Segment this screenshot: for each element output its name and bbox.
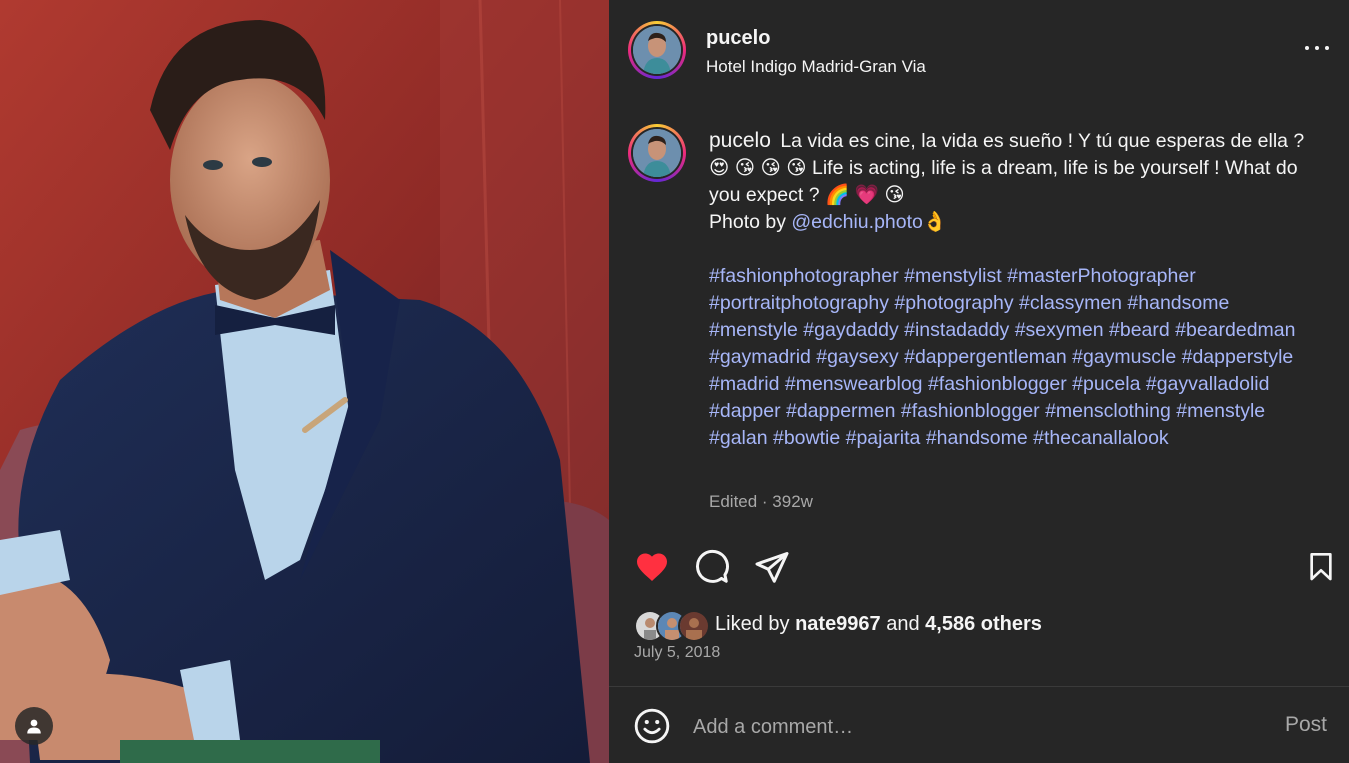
photo-credit-label: Photo by <box>709 211 792 233</box>
mention-emoji: 👌 <box>922 211 948 233</box>
comment-icon <box>696 549 729 583</box>
heart-filled-icon <box>637 553 667 581</box>
post-photo[interactable] <box>0 0 609 763</box>
post-panel: pucelo Hotel Indigo Madrid-Gran Via puce… <box>609 0 1349 763</box>
mention-link[interactable]: @edchiu.photo <box>791 211 922 233</box>
more-options-button[interactable] <box>1305 40 1329 56</box>
post-comment-button[interactable]: Post <box>1285 713 1327 737</box>
post-location[interactable]: Hotel Indigo Madrid-Gran Via <box>706 57 926 77</box>
likes-middle: and <box>880 613 926 635</box>
post-date[interactable]: July 5, 2018 <box>634 644 720 662</box>
author-avatar[interactable] <box>628 21 686 79</box>
likes-text[interactable]: Liked by nate9967 and 4,586 others <box>715 613 1042 636</box>
liker-avatars[interactable] <box>634 608 710 642</box>
post-header: pucelo Hotel Indigo Madrid-Gran Via <box>609 0 1349 96</box>
action-bar <box>609 545 1349 591</box>
hashtag-list[interactable]: #fashionphotographer #menstylist #master… <box>709 263 1309 452</box>
caption-avatar[interactable] <box>628 124 686 182</box>
likes-summary: Liked by nate9967 and 4,586 others <box>634 608 1334 642</box>
avatar-image <box>633 26 681 74</box>
emoji-icon <box>634 708 670 744</box>
user-tag-icon <box>27 719 41 734</box>
caption-username[interactable]: pucelo <box>709 129 771 152</box>
comment-bar: Post <box>609 687 1349 763</box>
emoji-button[interactable] <box>633 707 671 745</box>
liker-avatar <box>678 610 710 642</box>
edited-timestamp: Edited · 392w <box>709 492 813 511</box>
like-button[interactable] <box>630 545 674 589</box>
bookmark-icon <box>1310 553 1332 581</box>
post-caption: pucelo La vida es cine, la vida es sueño… <box>709 127 1309 452</box>
share-button[interactable] <box>750 545 794 589</box>
post-image <box>0 0 609 763</box>
comment-input[interactable] <box>691 709 1255 745</box>
author-username[interactable]: pucelo <box>706 27 770 50</box>
caption-text: La vida es cine, la vida es sueño ! Y tú… <box>709 130 1305 206</box>
avatar-image <box>633 129 681 177</box>
comment-button[interactable] <box>690 545 734 589</box>
likes-prefix: Liked by <box>715 613 796 635</box>
save-button[interactable] <box>1299 545 1343 589</box>
share-icon <box>755 552 789 583</box>
liker-username[interactable]: nate9967 <box>795 613 881 635</box>
tag-people-button[interactable] <box>15 707 53 745</box>
likes-count[interactable]: 4,586 others <box>925 613 1042 635</box>
